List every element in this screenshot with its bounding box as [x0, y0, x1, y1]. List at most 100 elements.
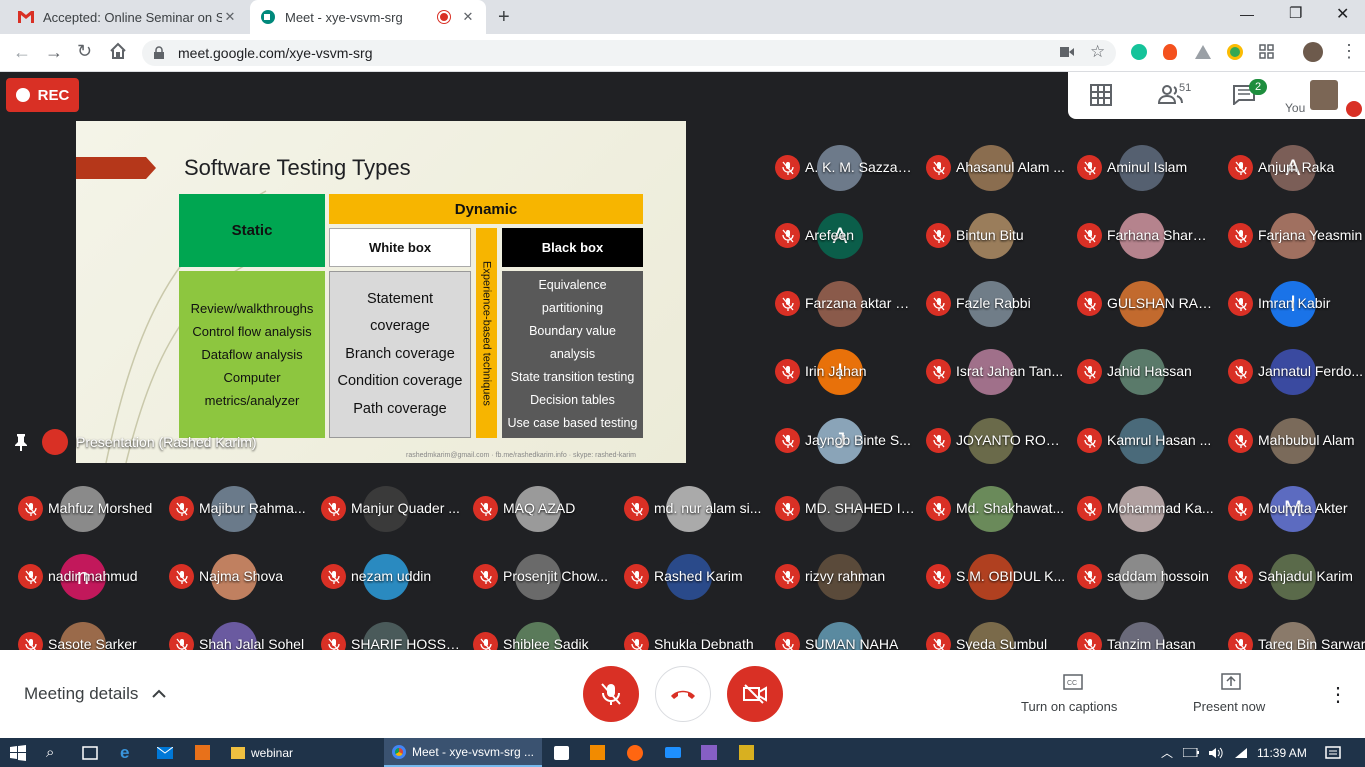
- participant-tile[interactable]: Mahbubul Alam: [1218, 406, 1365, 474]
- participant-tile[interactable]: Bintun Bitu: [916, 201, 1067, 269]
- store-icon[interactable]: [554, 738, 569, 767]
- address-bar[interactable]: meet.google.com/xye-vsvm-srg: [142, 40, 1116, 66]
- tray-chevron-icon[interactable]: ︿: [1161, 738, 1173, 767]
- participant-tile[interactable]: Najma Shova: [159, 542, 310, 610]
- app-icon[interactable]: [739, 738, 754, 767]
- more-options-icon[interactable]: ⋮: [1328, 682, 1348, 707]
- participant-tile[interactable]: Sasote Sarker: [8, 610, 159, 650]
- participant-tile[interactable]: I Irin Jahan: [765, 337, 916, 405]
- participant-tile[interactable]: Md. Shakhawat...: [916, 474, 1067, 542]
- app-icon[interactable]: [195, 738, 210, 767]
- task-view-icon[interactable]: [82, 738, 98, 767]
- sublime-icon[interactable]: [590, 738, 605, 767]
- participant-tile[interactable]: Jannatul Ferdo...: [1218, 337, 1365, 405]
- participant-tile[interactable]: n nadir mahmud: [8, 542, 159, 610]
- present-now-label[interactable]: Present now: [1193, 699, 1265, 714]
- notifications-icon[interactable]: [1325, 738, 1341, 767]
- mail-icon[interactable]: [157, 738, 173, 767]
- home-button[interactable]: [109, 42, 127, 60]
- tile-layout-button[interactable]: [1090, 84, 1112, 106]
- participant-tile[interactable]: Fazle Rabbi: [916, 269, 1067, 337]
- participant-tile[interactable]: Jahid Hassan: [1067, 337, 1218, 405]
- participant-tile[interactable]: saddam hossoin: [1067, 542, 1218, 610]
- edge-icon[interactable]: e: [120, 738, 129, 767]
- participant-tile[interactable]: SHARIF HOSSA...: [311, 610, 462, 650]
- captions-label[interactable]: Turn on captions: [1021, 699, 1117, 714]
- participant-tile[interactable]: Farzana aktar B...: [765, 269, 916, 337]
- reload-button[interactable]: ↻: [77, 41, 92, 62]
- participant-tile[interactable]: md. nur alam si...: [614, 474, 765, 542]
- restore-button[interactable]: ❐: [1289, 4, 1302, 22]
- participant-tile[interactable]: Kamrul Hasan ...: [1067, 406, 1218, 474]
- participant-tile[interactable]: A Arefeen: [765, 201, 916, 269]
- search-icon[interactable]: ⌕: [46, 738, 54, 767]
- participant-tile[interactable]: Farhana Sharmi...: [1067, 201, 1218, 269]
- participant-tile[interactable]: J Jaynob Binte S...: [765, 406, 916, 474]
- participant-tile[interactable]: I Imran Kabir: [1218, 269, 1365, 337]
- participant-tile[interactable]: MD. SHAHED IS...: [765, 474, 916, 542]
- bookmark-star-icon[interactable]: ☆: [1090, 42, 1105, 62]
- participant-tile[interactable]: M Moumita Akter: [1218, 474, 1365, 542]
- keyboard-icon[interactable]: [665, 738, 681, 767]
- back-button[interactable]: ←: [13, 42, 31, 63]
- participant-tile[interactable]: Tareq Bin Sarwar: [1218, 610, 1365, 650]
- participant-tile[interactable]: nezam uddin: [311, 542, 462, 610]
- participant-tile[interactable]: Majibur Rahma...: [159, 474, 310, 542]
- mic-toggle-button[interactable]: [583, 666, 639, 722]
- camera-indicator-icon[interactable]: [1060, 46, 1074, 58]
- new-tab-button[interactable]: +: [498, 6, 510, 29]
- pin-icon[interactable]: [14, 433, 28, 451]
- extension-icon[interactable]: [1163, 44, 1177, 60]
- participant-tile[interactable]: Prosenjit Chow...: [463, 542, 614, 610]
- tab-gmail[interactable]: Accepted: Online Seminar on Sof ✕: [8, 0, 248, 34]
- participant-tile[interactable]: Tanzim Hasan: [1067, 610, 1218, 650]
- participant-tile[interactable]: MAQ AZAD: [463, 474, 614, 542]
- participant-tile[interactable]: Shah Jalal Sohel: [159, 610, 310, 650]
- participant-tile[interactable]: Shiblee Sadik: [463, 610, 614, 650]
- visual-studio-icon[interactable]: [701, 738, 717, 767]
- participant-tile[interactable]: rizvy rahman: [765, 542, 916, 610]
- participant-tile[interactable]: A. K. M. Sazzad...: [765, 133, 916, 201]
- close-tab-icon[interactable]: ✕: [222, 9, 238, 25]
- profile-avatar[interactable]: [1303, 42, 1323, 62]
- participant-tile[interactable]: A Anjum Raka: [1218, 133, 1365, 201]
- browser-menu-icon[interactable]: ⋮: [1340, 41, 1358, 62]
- leave-call-button[interactable]: [655, 666, 711, 722]
- participant-tile[interactable]: Israt Jahan Tan...: [916, 337, 1067, 405]
- participant-tile[interactable]: Mahfuz Morshed: [8, 474, 159, 542]
- minimize-button[interactable]: —: [1240, 6, 1254, 22]
- extensions-icon[interactable]: [1259, 44, 1274, 59]
- participant-tile[interactable]: Syeda Sumbul: [916, 610, 1067, 650]
- firefox-icon[interactable]: [627, 738, 643, 767]
- tab-meet[interactable]: Meet - xye-vsvm-srg ✕: [250, 0, 486, 34]
- taskbar-item-webinar[interactable]: webinar: [224, 738, 380, 767]
- participant-tile[interactable]: GULSHAN RAH...: [1067, 269, 1218, 337]
- clock-time[interactable]: 11:39 AM: [1257, 738, 1307, 767]
- participant-tile[interactable]: Manjur Quader ...: [311, 474, 462, 542]
- participant-tile[interactable]: Ahasanul Alam ...: [916, 133, 1067, 201]
- close-tab-icon[interactable]: ✕: [460, 9, 476, 25]
- participant-tile[interactable]: Aminul Islam: [1067, 133, 1218, 201]
- battery-icon[interactable]: [1183, 738, 1199, 767]
- participant-tile[interactable]: Mohammad Ka...: [1067, 474, 1218, 542]
- extension-icon[interactable]: [1227, 44, 1243, 60]
- captions-icon[interactable]: CC: [1063, 674, 1083, 690]
- forward-button[interactable]: →: [45, 42, 63, 63]
- participant-tile[interactable]: S.M. OBIDUL K...: [916, 542, 1067, 610]
- participant-tile[interactable]: Farjana Yeasmin: [1218, 201, 1365, 269]
- start-button[interactable]: [10, 738, 26, 767]
- volume-icon[interactable]: [1208, 738, 1224, 767]
- grammarly-extension-icon[interactable]: [1131, 44, 1147, 60]
- present-icon[interactable]: [1221, 673, 1241, 691]
- participant-tile[interactable]: JOYANTO ROY ...: [916, 406, 1067, 474]
- mic-off-icon: [775, 223, 800, 248]
- wifi-icon[interactable]: [1234, 738, 1248, 767]
- close-window-button[interactable]: ✕: [1336, 4, 1349, 24]
- taskbar-item-chrome[interactable]: Meet - xye-vsvm-srg ...: [384, 738, 542, 767]
- meeting-details-button[interactable]: Meeting details: [24, 684, 167, 704]
- participant-tile[interactable]: Rashed Karim: [614, 542, 765, 610]
- camera-toggle-button[interactable]: [727, 666, 783, 722]
- participant-tile[interactable]: SUMAN NAHA: [765, 610, 916, 650]
- participant-tile[interactable]: Shukla Debnath: [614, 610, 765, 650]
- participant-tile[interactable]: Sahjadul Karim: [1218, 542, 1365, 610]
